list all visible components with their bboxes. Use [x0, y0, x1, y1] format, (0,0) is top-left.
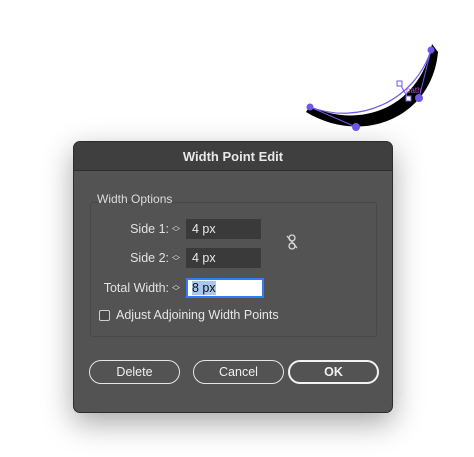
width-options-label: Width Options	[97, 192, 173, 206]
anchor-point[interactable]	[306, 103, 314, 111]
direction-point[interactable]	[415, 94, 423, 102]
delete-button[interactable]: Delete	[89, 360, 180, 384]
unlink-icon[interactable]	[285, 234, 299, 250]
total-width-input[interactable]: 8 px	[186, 278, 264, 298]
width-point[interactable]	[405, 95, 412, 102]
cancel-button[interactable]: Cancel	[193, 360, 284, 384]
side1-input[interactable]: 4 px	[186, 219, 261, 239]
side2-label: Side 2:	[130, 251, 169, 265]
path-label: path	[406, 86, 422, 95]
total-width-label: Total Width:	[103, 281, 169, 295]
width-point-edit-dialog: Width Point Edit Width Options Side 1: ︿…	[73, 141, 393, 413]
adjust-adjoining-label: Adjust Adjoining Width Points	[116, 308, 279, 322]
adjust-adjoining-row[interactable]: Adjust Adjoining Width Points	[99, 308, 279, 322]
side1-label: Side 1:	[130, 222, 169, 236]
total-width-value: 8 px	[192, 281, 216, 295]
stepper-icon[interactable]: ︿ ﹀	[169, 219, 183, 239]
checkbox-icon[interactable]	[99, 309, 110, 321]
total-width-row: Total Width: ︿ ﹀ 8 px	[98, 278, 264, 298]
side2-row: Side 2: ︿ ﹀ 4 px	[114, 248, 261, 268]
width-point[interactable]	[396, 80, 403, 87]
dialog-title: Width Point Edit	[182, 148, 284, 164]
dialog-titlebar[interactable]: Width Point Edit	[74, 142, 392, 171]
ok-button[interactable]: OK	[288, 360, 379, 384]
side2-input[interactable]: 4 px	[186, 248, 261, 268]
direction-point[interactable]	[352, 123, 360, 131]
stepper-icon[interactable]: ︿ ﹀	[169, 248, 183, 268]
stepper-icon[interactable]: ︿ ﹀	[169, 278, 183, 298]
anchor-point[interactable]	[427, 46, 435, 54]
side1-row: Side 1: ︿ ﹀ 4 px	[114, 219, 261, 239]
